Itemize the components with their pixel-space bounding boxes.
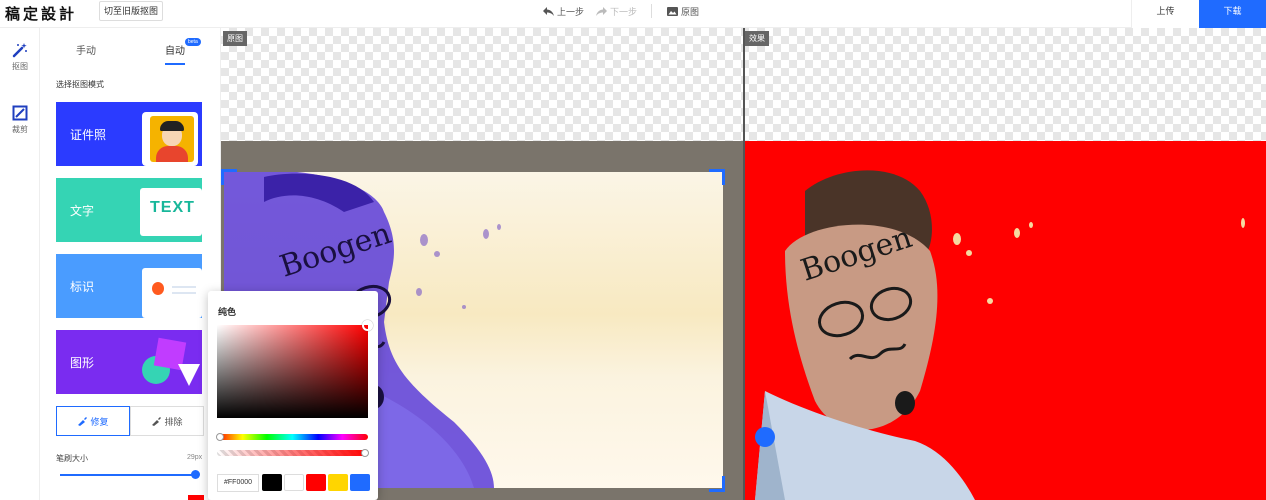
color-picker-popup: 纯色 #FF0000 — [208, 291, 378, 500]
brush-size-slider[interactable] — [60, 474, 196, 476]
toolbar-divider — [651, 4, 652, 18]
crop-handle-top-left[interactable] — [221, 169, 237, 185]
rail-item-cutout[interactable]: 抠图 — [0, 42, 40, 72]
rail-item-cutout-label: 抠图 — [12, 62, 28, 71]
magic-wand-icon — [12, 43, 27, 58]
view-original-label: 原图 — [681, 7, 700, 17]
redo-label: 下一步 — [610, 7, 638, 17]
view-original-button[interactable]: 原图 — [667, 5, 699, 18]
tab-auto[interactable]: 自动 — [165, 42, 185, 57]
undo-button[interactable]: 上一步 — [543, 5, 584, 18]
upload-button[interactable]: 上传 — [1131, 0, 1199, 28]
color-indicator[interactable] — [188, 495, 204, 500]
hex-input[interactable]: #FF0000 — [217, 474, 259, 492]
brush-size-slider-thumb[interactable] — [191, 470, 200, 479]
shape-preview-triangle — [178, 364, 200, 386]
mode-card-label: 图形 — [70, 356, 95, 370]
mode-card-label: 标识 — [70, 280, 95, 294]
download-button[interactable]: 下载 — [1199, 0, 1266, 28]
brush-mode-toggle: 修复 排除 — [56, 406, 204, 436]
brush-cursor — [755, 427, 775, 447]
swatch-yellow[interactable] — [328, 474, 348, 491]
top-bar: 稿定設計 切至旧版抠图 上一步 下一步 原图 上传 下载 — [0, 0, 1266, 28]
effect-preview: Boogen — [745, 141, 1266, 500]
saturation-value-area[interactable] — [217, 325, 368, 418]
brush-icon — [152, 417, 162, 426]
mode-card-label: 证件照 — [70, 128, 107, 142]
swatch-blue[interactable] — [350, 474, 370, 491]
mode-card-id-photo[interactable]: 证件照 — [56, 102, 202, 166]
section-title: 选择抠图模式 — [56, 80, 104, 89]
mode-card-shape[interactable]: 图形 — [56, 330, 202, 394]
alpha-slider[interactable] — [217, 450, 368, 456]
beta-badge: beta — [185, 38, 201, 46]
hue-slider-thumb[interactable] — [216, 433, 224, 441]
mode-tabs: 手动 自动 beta — [40, 28, 220, 66]
swatch-black[interactable] — [262, 474, 282, 491]
image-icon — [667, 7, 678, 16]
switch-old-version-button[interactable]: 切至旧版抠图 — [99, 1, 164, 21]
erase-label: 排除 — [164, 416, 183, 427]
tab-active-indicator — [165, 63, 185, 65]
rail-item-crop[interactable]: 裁剪 — [0, 105, 40, 135]
id-photo-preview — [142, 112, 198, 166]
undo-label: 上一步 — [557, 7, 585, 17]
color-picker-title: 纯色 — [218, 307, 237, 317]
rail-item-crop-label: 裁剪 — [12, 125, 28, 134]
undo-icon — [543, 7, 554, 16]
left-rail: 抠图 裁剪 — [0, 28, 40, 500]
original-tag: 原图 — [223, 31, 247, 46]
tab-manual[interactable]: 手动 — [76, 42, 96, 57]
repair-label: 修复 — [90, 416, 109, 427]
redo-icon — [596, 7, 607, 16]
mode-card-label: 文字 — [70, 204, 95, 218]
swatch-white[interactable] — [284, 474, 304, 491]
apple-logo-icon — [152, 282, 164, 295]
text-preview-word: TEXT — [150, 199, 195, 216]
swatch-red[interactable] — [306, 474, 326, 491]
side-panel: 手动 自动 beta 选择抠图模式 证件照 文字 TEXT 标识 图形 修复 排… — [40, 28, 221, 500]
hue-slider[interactable] — [217, 434, 368, 440]
crop-handle-bottom-right[interactable] — [709, 476, 725, 492]
mode-card-logo[interactable]: 标识 — [56, 254, 202, 318]
mode-card-text[interactable]: 文字 TEXT — [56, 178, 202, 242]
saturation-value-handle[interactable] — [362, 320, 373, 331]
brush-icon — [78, 417, 88, 426]
app-logo[interactable]: 稿定設計 — [5, 3, 77, 24]
effect-tag: 效果 — [745, 31, 769, 46]
logo-preview — [142, 268, 202, 318]
brush-size-label: 笔刷大小 — [56, 454, 88, 463]
erase-button[interactable]: 排除 — [130, 406, 204, 436]
alpha-slider-thumb[interactable] — [361, 449, 369, 457]
crop-handle-top-right[interactable] — [709, 169, 725, 185]
redo-button[interactable]: 下一步 — [596, 5, 637, 18]
crop-icon — [12, 105, 28, 121]
portrait-cutout: Boogen — [755, 170, 1245, 500]
brush-size-value: 29px — [187, 454, 203, 461]
repair-button[interactable]: 修复 — [56, 406, 130, 436]
